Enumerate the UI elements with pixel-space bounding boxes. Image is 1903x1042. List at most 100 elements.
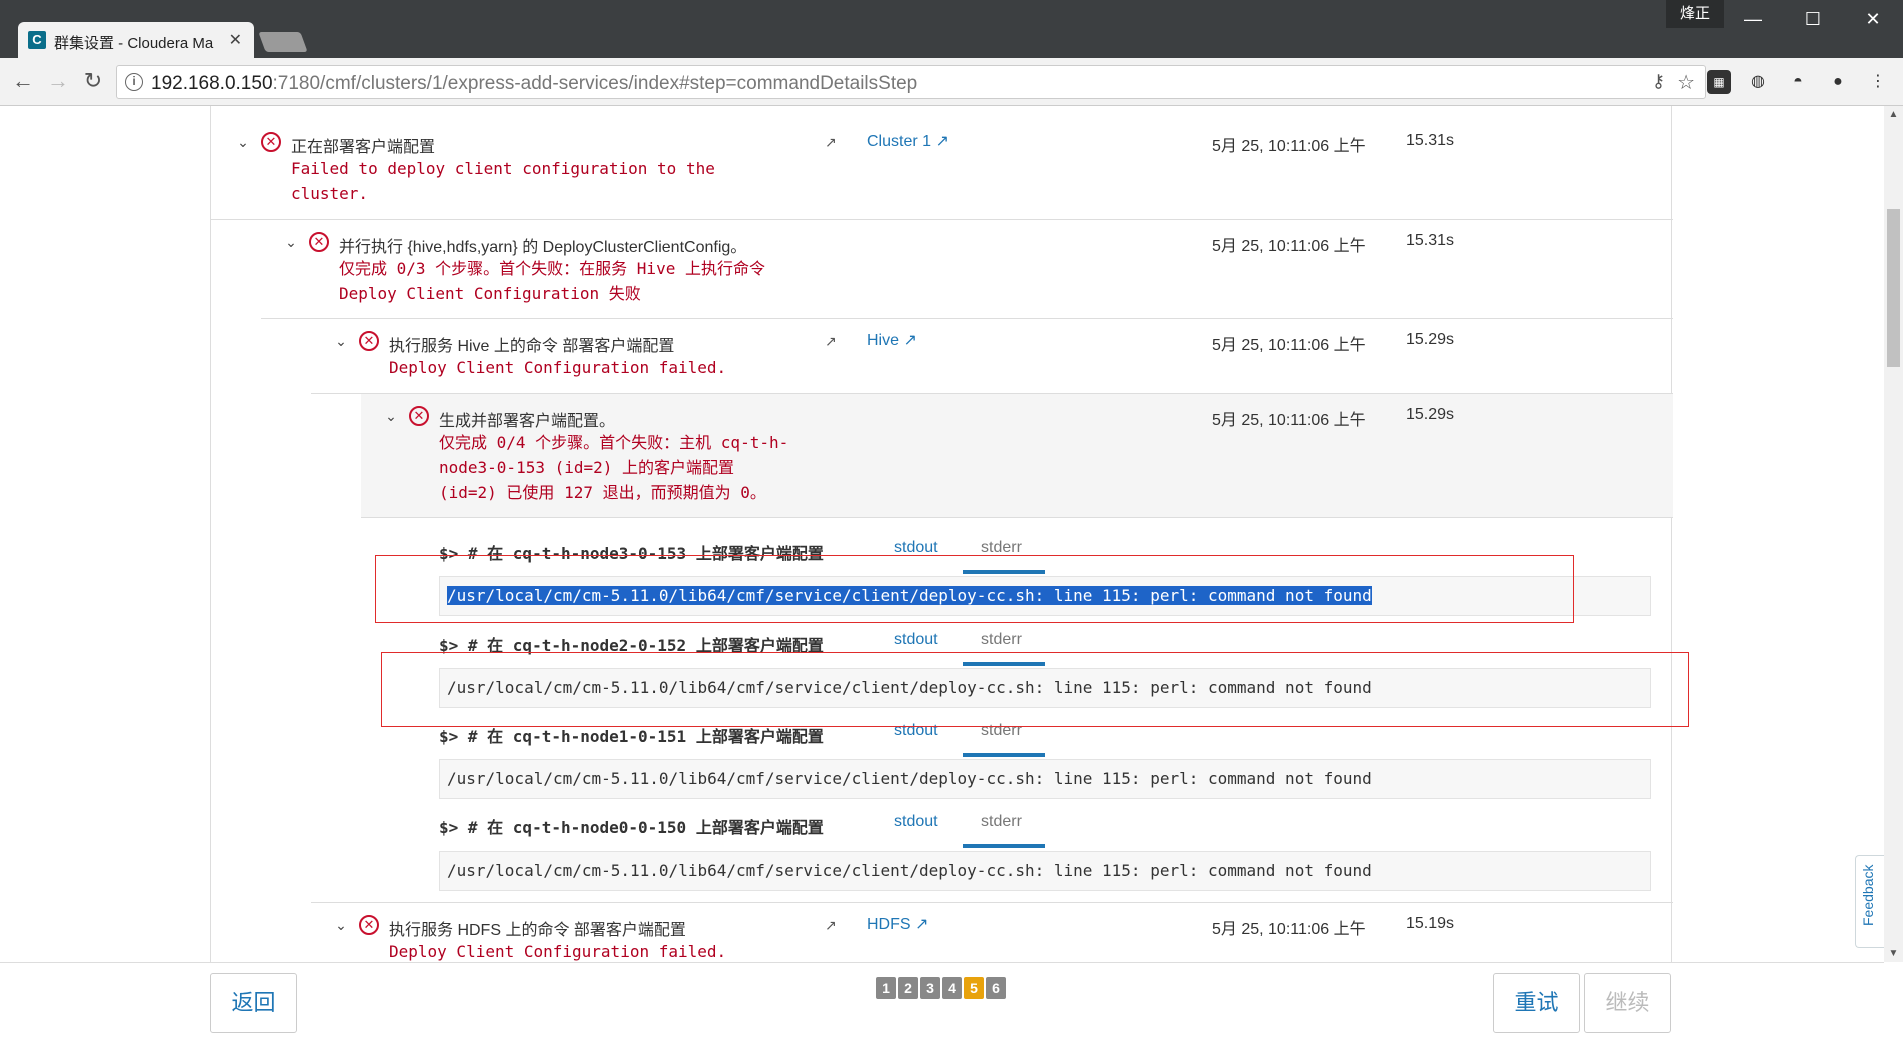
feedback-label: Feedback — [1860, 864, 1876, 926]
address-bar[interactable]: i 192.168.0.150:7180/cmf/clusters/1/expr… — [116, 65, 1706, 99]
command-time: 5月 25, 10:11:06 上午 — [1212, 138, 1366, 155]
chevron-down-icon[interactable]: ⌄ — [283, 234, 299, 250]
error-icon: ✕ — [359, 331, 379, 351]
close-window-icon[interactable]: ✕ — [1848, 2, 1898, 36]
reload-icon[interactable]: ↻ — [80, 68, 106, 94]
command-row: ⌄ ✕ 执行服务 Hive 上的命令 部署客户端配置 Deploy Client… — [311, 319, 1673, 394]
command-time: 5月 25, 10:11:06 上午 — [1212, 921, 1366, 938]
step-4[interactable]: 4 — [942, 977, 962, 999]
retry-button[interactable]: 重试 — [1493, 973, 1580, 1033]
globe-icon[interactable]: ◍ — [1746, 70, 1770, 94]
command-duration: 15.31s — [1406, 132, 1455, 149]
new-tab-button[interactable] — [258, 32, 308, 52]
feedback-tab[interactable]: Feedback — [1855, 855, 1884, 948]
browser-tab[interactable]: C 群集设置 - Cloudera Ma ✕ — [18, 22, 254, 58]
info-icon[interactable]: i — [125, 73, 143, 91]
command-details-panel: ⌄ ✕ 正在部署客户端配置 Failed to deploy client co… — [210, 106, 1673, 962]
stdout-tab[interactable]: stdout — [894, 539, 938, 557]
key-icon[interactable]: ⚷ — [1652, 71, 1665, 92]
continue-button[interactable]: 继续 — [1584, 973, 1671, 1033]
vertical-scrollbar[interactable]: ▲ ▼ — [1884, 106, 1903, 962]
tab-close-icon[interactable]: ✕ — [229, 30, 242, 50]
step-6[interactable]: 6 — [986, 977, 1006, 999]
stderr-tab[interactable]: stderr — [981, 722, 1022, 740]
active-tab-indicator — [963, 662, 1045, 666]
chevron-down-icon[interactable]: ⌄ — [383, 408, 399, 424]
step-1[interactable]: 1 — [876, 977, 896, 999]
wizard-footer: 返回 123456 重试 继续 — [0, 962, 1884, 1042]
incognito-icon[interactable]: ◓ — [1786, 70, 1810, 94]
command-duration: 15.19s — [1406, 915, 1455, 932]
command-message: 仅完成 0/4 个步骤。首个失败：主机 cq-t-h- node3-0-153 … — [439, 433, 789, 502]
stdout-tab[interactable]: stdout — [894, 722, 938, 740]
stderr-output: /usr/local/cm/cm-5.11.0/lib64/cmf/servic… — [439, 576, 1651, 616]
host-output-header: $> # 在 cq-t-h-node0-0-150 上部署客户端配置 — [439, 818, 824, 837]
command-time: 5月 25, 10:11:06 上午 — [1212, 337, 1366, 354]
command-title: 执行服务 Hive 上的命令 部署客户端配置 — [389, 338, 675, 355]
external-link-icon[interactable]: ↗ — [825, 333, 837, 350]
url-text[interactable]: 192.168.0.150:7180/cmf/clusters/1/expres… — [151, 73, 917, 95]
command-duration: 15.29s — [1406, 406, 1455, 423]
stderr-output: /usr/local/cm/cm-5.11.0/lib64/cmf/servic… — [439, 851, 1651, 891]
command-row: ⌄ ✕ 执行服务 HDFS 上的命令 部署客户端配置 Deploy Client… — [311, 903, 1673, 962]
command-title: 执行服务 HDFS 上的命令 部署客户端配置 — [389, 922, 686, 939]
target-link[interactable]: Hive ↗ — [867, 330, 917, 350]
error-icon: ✕ — [409, 406, 429, 426]
command-time: 5月 25, 10:11:06 上午 — [1212, 238, 1366, 255]
command-row: ⌄ ✕ 生成并部署客户端配置。 仅完成 0/4 个步骤。首个失败：主机 cq-t… — [361, 394, 1673, 518]
qr-code-icon[interactable]: ▦ — [1707, 70, 1731, 94]
back-arrow-icon[interactable]: ← — [10, 68, 36, 94]
command-row: ⌄ ✕ 并行执行 {hive,hdfs,yarn} 的 DeployCluste… — [261, 220, 1673, 319]
step-5[interactable]: 5 — [964, 977, 984, 999]
scrollbar-thumb[interactable] — [1887, 209, 1900, 367]
command-duration: 15.29s — [1406, 331, 1455, 348]
stdout-tab[interactable]: stdout — [894, 813, 938, 831]
stdout-tab[interactable]: stdout — [894, 631, 938, 649]
command-message: Deploy Client Configuration failed. — [389, 358, 727, 377]
minimize-icon[interactable]: — — [1728, 2, 1778, 36]
scroll-down-icon[interactable]: ▼ — [1884, 945, 1903, 962]
active-tab-indicator — [963, 844, 1045, 848]
browser-titlebar: C 群集设置 - Cloudera Ma ✕ 烽正 — ☐ ✕ — [0, 0, 1903, 58]
profile-name[interactable]: 烽正 — [1666, 0, 1724, 28]
command-message: 仅完成 0/3 个步骤。首个失败：在服务 Hive 上执行命令 Deploy C… — [339, 259, 765, 303]
error-icon: ✕ — [261, 132, 281, 152]
command-title: 生成并部署客户端配置。 — [439, 413, 616, 430]
bookmark-star-icon[interactable]: ☆ — [1677, 70, 1695, 95]
command-title: 并行执行 {hive,hdfs,yarn} 的 DeployClusterCli… — [339, 239, 747, 256]
step-3[interactable]: 3 — [920, 977, 940, 999]
cookie-icon[interactable]: ● — [1826, 70, 1850, 94]
target-link[interactable]: HDFS ↗ — [867, 914, 928, 934]
active-tab-indicator — [963, 753, 1045, 757]
chevron-down-icon[interactable]: ⌄ — [333, 333, 349, 349]
stderr-output: /usr/local/cm/cm-5.11.0/lib64/cmf/servic… — [439, 759, 1651, 799]
forward-arrow-icon[interactable]: → — [45, 68, 71, 94]
command-row: ⌄ ✕ 正在部署客户端配置 Failed to deploy client co… — [211, 120, 1673, 220]
command-duration: 15.31s — [1406, 232, 1455, 249]
stderr-output: /usr/local/cm/cm-5.11.0/lib64/cmf/servic… — [439, 668, 1651, 708]
command-message: Failed to deploy client configuration to… — [291, 159, 715, 203]
chevron-down-icon[interactable]: ⌄ — [235, 134, 251, 150]
wizard-steps: 123456 — [876, 977, 1008, 999]
error-icon: ✕ — [309, 232, 329, 252]
external-link-icon[interactable]: ↗ — [825, 917, 837, 934]
host-output-header: $> # 在 cq-t-h-node2-0-152 上部署客户端配置 — [439, 636, 824, 655]
stderr-tab[interactable]: stderr — [981, 813, 1022, 831]
stderr-tab[interactable]: stderr — [981, 631, 1022, 649]
maximize-icon[interactable]: ☐ — [1788, 2, 1838, 36]
host-output-header: $> # 在 cq-t-h-node1-0-151 上部署客户端配置 — [439, 727, 824, 746]
browser-toolbar: ← → ↻ i 192.168.0.150:7180/cmf/clusters/… — [0, 58, 1903, 106]
external-link-icon[interactable]: ↗ — [825, 134, 837, 151]
chevron-down-icon[interactable]: ⌄ — [333, 917, 349, 933]
menu-dots-icon[interactable]: ⋮ — [1866, 70, 1890, 94]
host-output-header: $> # 在 cq-t-h-node3-0-153 上部署客户端配置 — [439, 544, 824, 563]
cloudera-favicon-icon: C — [28, 31, 46, 49]
back-button[interactable]: 返回 — [210, 973, 297, 1033]
scroll-up-icon[interactable]: ▲ — [1884, 106, 1903, 123]
command-title: 正在部署客户端配置 — [291, 139, 436, 156]
stderr-tab[interactable]: stderr — [981, 539, 1022, 557]
tab-title: 群集设置 - Cloudera Ma — [54, 35, 214, 52]
step-2[interactable]: 2 — [898, 977, 918, 999]
target-link[interactable]: Cluster 1 ↗ — [867, 131, 949, 151]
selected-output-text: /usr/local/cm/cm-5.11.0/lib64/cmf/servic… — [447, 586, 1372, 605]
